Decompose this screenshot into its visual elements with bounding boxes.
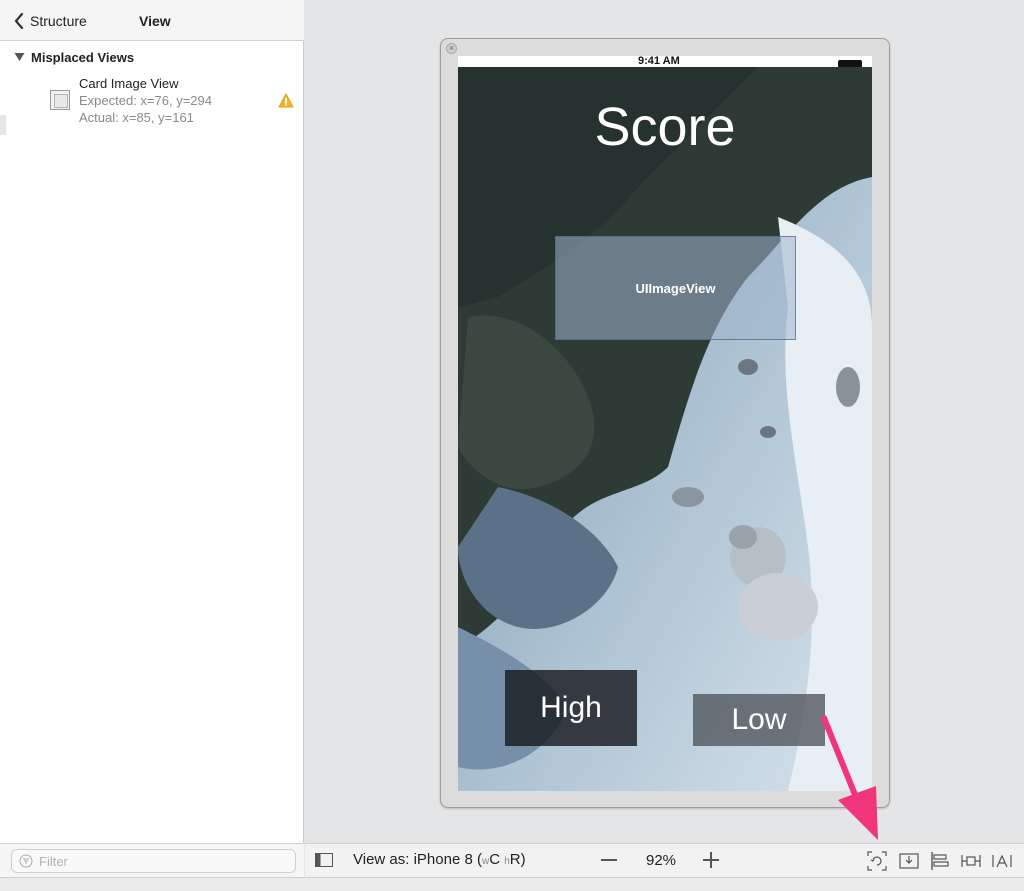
close-scene-icon[interactable]: ×	[446, 43, 457, 54]
disclosure-triangle-icon[interactable]	[14, 52, 25, 62]
view-controller-scene[interactable]: 9:41 AM Score UIImageView High Low	[458, 56, 872, 791]
filter-bar: Filter	[0, 843, 304, 877]
toggle-panel-icon[interactable]	[315, 853, 333, 867]
filter-placeholder: Filter	[39, 853, 68, 869]
outline-title: View	[139, 13, 171, 29]
document-outline-panel: Structure View Misplaced Views Card Imag…	[0, 0, 304, 891]
selection-edge	[0, 115, 6, 135]
add-constraints-icon[interactable]	[961, 851, 981, 871]
back-button-label: Structure	[30, 13, 87, 29]
image-view-icon	[50, 90, 70, 110]
zoom-out-button[interactable]	[601, 859, 617, 861]
high-button[interactable]: High	[505, 670, 637, 746]
section-title: Misplaced Views	[31, 49, 135, 65]
filter-icon	[19, 854, 33, 868]
filter-field[interactable]: Filter	[11, 849, 296, 873]
low-button[interactable]: Low	[693, 694, 825, 746]
chevron-left-icon	[14, 13, 24, 29]
zoom-level: 92%	[646, 852, 677, 869]
issue-title: Card Image View	[79, 76, 179, 91]
view-as-label: View as: iPhone 8	[353, 851, 473, 868]
update-frames-icon[interactable]	[867, 851, 887, 871]
align-icon[interactable]	[930, 851, 950, 871]
resolve-issues-icon[interactable]	[992, 851, 1012, 871]
canvas-bottom-toolbar: View as: iPhone 8 (wC hR) 92%	[305, 843, 1024, 877]
outline-nav-bar: Structure View	[0, 0, 304, 41]
size-class-r: R	[509, 851, 521, 868]
score-label: Score	[594, 97, 736, 157]
annotation-arrow-icon	[821, 715, 878, 840]
iphone-device-frame: × 9:41 AM Score UIImageView High Low	[440, 38, 890, 808]
misplaced-views-section[interactable]: Misplaced Views	[14, 48, 134, 66]
image-view-placeholder: UIImageView	[635, 280, 716, 296]
warning-triangle-icon[interactable]	[278, 93, 294, 108]
issue-row-card-image-view[interactable]: Card Image View Expected: x=76, y=294 Ac…	[50, 76, 300, 128]
issue-actual: Actual: x=85, y=161	[79, 110, 194, 125]
back-button[interactable]: Structure	[14, 10, 87, 32]
window-bottom-strip	[0, 877, 1024, 891]
view-as-device-button[interactable]: View as: iPhone 8 (wC hR)	[353, 851, 526, 868]
size-class-c: C	[489, 851, 501, 868]
embed-in-icon[interactable]	[899, 851, 919, 871]
status-bar: 9:41 AM	[458, 56, 872, 68]
card-image-view[interactable]: UIImageView	[555, 236, 796, 340]
status-time: 9:41 AM	[638, 56, 680, 67]
issue-expected: Expected: x=76, y=294	[79, 93, 212, 108]
zoom-in-button[interactable]	[703, 852, 719, 868]
